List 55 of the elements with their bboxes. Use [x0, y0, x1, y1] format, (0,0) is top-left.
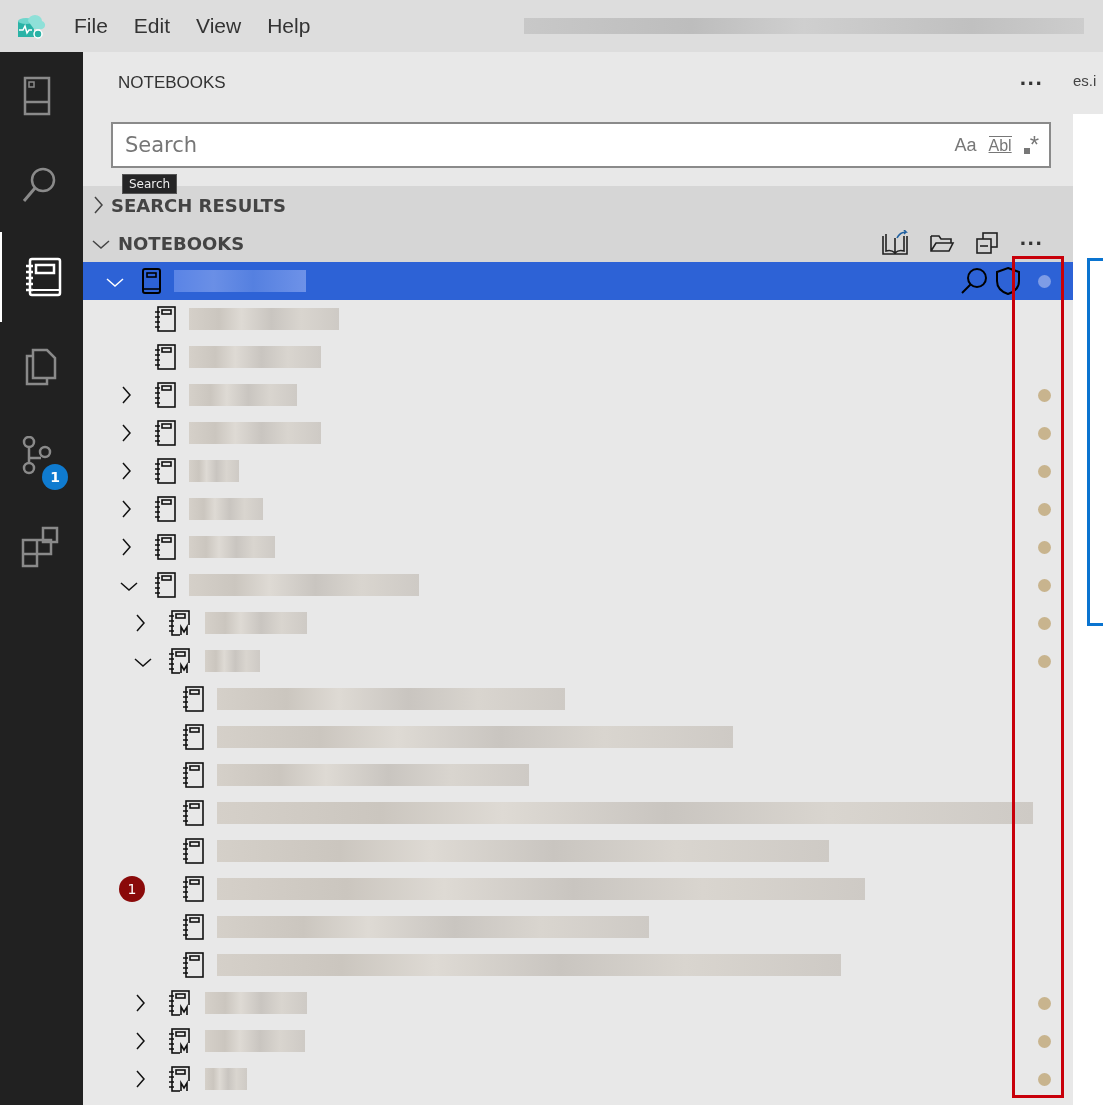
notebook-icon — [153, 381, 179, 409]
chevron-right-icon[interactable] — [133, 1031, 146, 1051]
blurred-label — [205, 1068, 247, 1090]
blurred-label — [189, 460, 239, 482]
menu-item[interactable]: View — [196, 14, 242, 38]
search-option-toggle[interactable]: Abl — [988, 135, 1012, 155]
notebook-icon — [153, 457, 179, 485]
chevron-right-icon[interactable] — [119, 537, 132, 557]
count-badge: 1 — [42, 464, 68, 490]
notebook-icon — [181, 685, 207, 713]
search-option-toggle[interactable]: Aa — [954, 134, 977, 156]
error-badge: 1 — [119, 876, 145, 902]
notebook-icon — [181, 723, 207, 751]
notebook-icon — [181, 913, 207, 941]
menu-item[interactable]: File — [74, 14, 108, 38]
menu-item[interactable]: Help — [267, 14, 311, 38]
activity-button[interactable]: 1 — [0, 412, 83, 502]
search-option-toggle[interactable]: * — [1023, 134, 1039, 156]
search-icon[interactable] — [960, 267, 988, 295]
notebook-icon — [153, 495, 179, 523]
more-actions-button[interactable]: ··· — [1019, 232, 1043, 254]
editor-tab[interactable]: es.i — [1073, 52, 1103, 114]
notebook-icon — [153, 305, 179, 333]
search-field[interactable]: Search Aa Abl * — [111, 122, 1051, 168]
folder-icon[interactable] — [929, 232, 956, 254]
tree-item[interactable]: 1 — [83, 870, 1073, 908]
notebook-icon — [181, 951, 207, 979]
notebook-icon — [181, 761, 207, 789]
shield-icon[interactable] — [994, 266, 1022, 296]
open-book-icon[interactable] — [881, 230, 910, 256]
panel-title: NOTEBOOKS — [118, 73, 226, 93]
notebook-icon — [153, 419, 179, 447]
collapse-all-icon[interactable] — [975, 231, 1000, 255]
notebook-icon — [153, 571, 179, 599]
chevron-right-icon — [91, 195, 104, 215]
notebook-icon — [181, 799, 207, 827]
chevron-right-icon[interactable] — [119, 499, 132, 519]
menu-item[interactable]: Edit — [133, 14, 171, 38]
notebook-icon — [153, 343, 179, 371]
chevron-right-icon[interactable] — [133, 993, 146, 1013]
notebook-icon — [181, 837, 207, 865]
chevron-right-icon[interactable] — [133, 1069, 146, 1089]
chevron-right-icon[interactable] — [119, 423, 132, 443]
blurred-label — [205, 650, 260, 672]
chevron-right-icon[interactable] — [119, 461, 132, 481]
chevron-right-icon[interactable] — [133, 613, 146, 633]
section-title: SEARCH RESULTS — [111, 194, 287, 216]
notebook-icon — [153, 533, 179, 561]
section-title: NOTEBOOKS — [118, 232, 245, 254]
notebook-icon — [181, 875, 207, 903]
tooltip: Search — [122, 174, 178, 194]
more-actions-button[interactable]: ··· — [1019, 72, 1043, 94]
section-header[interactable]: NOTEBOOKS ··· — [83, 224, 1073, 262]
chevron-right-icon[interactable] — [119, 385, 132, 405]
book-icon — [139, 268, 164, 294]
